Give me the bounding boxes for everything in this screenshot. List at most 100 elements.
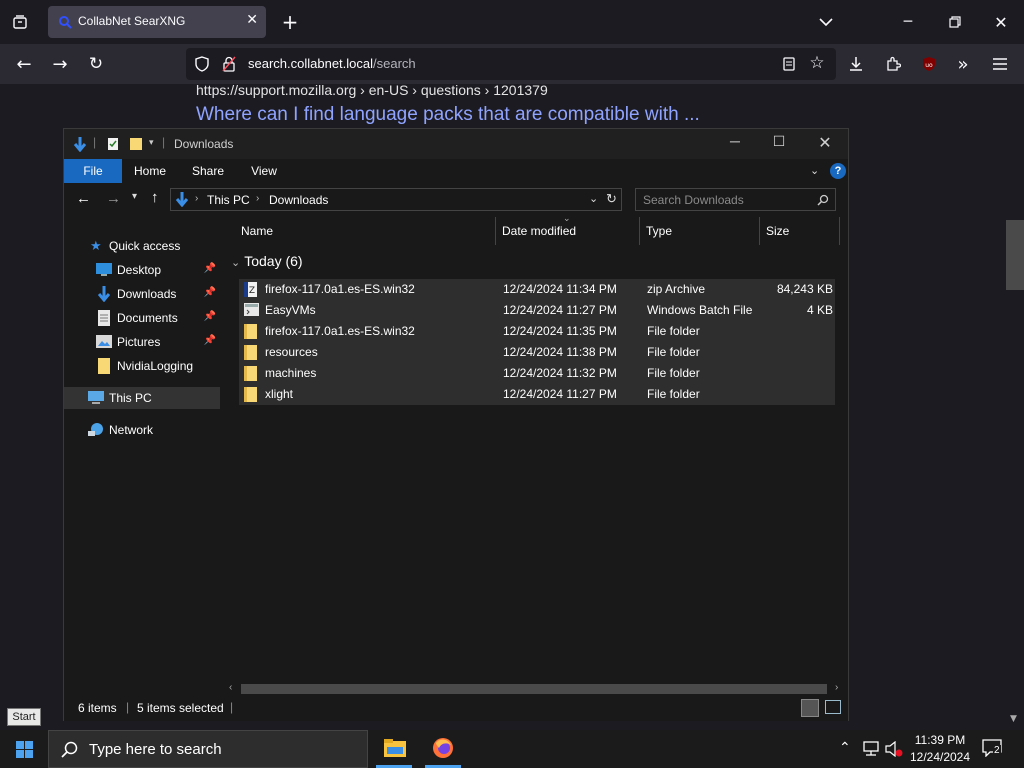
pin-icon[interactable]: 📌 — [204, 263, 216, 274]
breadcrumb-this-pc[interactable]: This PC — [207, 193, 250, 207]
explorer-close-icon[interactable]: ✕ — [802, 133, 848, 153]
file-type: Windows Batch File — [647, 303, 753, 317]
explorer-forward-arrow-icon[interactable]: → — [106, 190, 121, 207]
system-clock[interactable]: 11:39 PM 12/24/2024 — [905, 732, 975, 766]
details-view-icon[interactable] — [801, 699, 819, 717]
close-window-icon[interactable]: ✕ — [991, 12, 1011, 32]
recent-locations-chevron-icon[interactable]: ▾ — [132, 191, 137, 202]
ribbon-tab-share[interactable]: Share — [184, 159, 232, 183]
explorer-maximize-icon[interactable]: ☐ — [756, 133, 802, 150]
breadcrumb-separator-icon[interactable]: › — [256, 193, 259, 204]
ublock-origin-icon[interactable]: uo — [920, 54, 938, 74]
file-name: firefox-117.0a1.es-ES.win32 — [265, 282, 415, 296]
nav-downloads[interactable]: Downloads 📌 — [64, 283, 220, 305]
explorer-minimize-icon[interactable]: ─ — [712, 133, 758, 149]
ribbon-tab-view[interactable]: View — [240, 159, 288, 183]
downloads-icon[interactable] — [846, 54, 866, 74]
taskbar-firefox[interactable] — [423, 730, 463, 768]
minimize-icon[interactable]: ─ — [898, 12, 918, 32]
explorer-title-bar[interactable]: | ▾ | Downloads ─ ☐ ✕ — [64, 129, 848, 159]
ribbon-tab-home[interactable]: Home — [126, 159, 174, 183]
column-header-type[interactable]: Type — [640, 217, 760, 245]
breadcrumb-separator-icon[interactable]: › — [195, 193, 198, 204]
insecure-lock-icon[interactable] — [222, 56, 236, 72]
qat-dropdown-icon[interactable]: ▾ — [149, 137, 154, 148]
reload-icon[interactable]: ↻ — [86, 54, 106, 74]
file-row[interactable]: resources 12/24/2024 11:38 PM File folder — [239, 342, 835, 363]
navigation-pane: ★ Quick access Desktop 📌 Downloads 📌 Doc… — [64, 217, 220, 695]
hamburger-menu-icon[interactable] — [990, 54, 1010, 74]
column-header-size[interactable]: Size — [760, 217, 840, 245]
explorer-back-arrow-icon[interactable]: ← — [76, 190, 91, 207]
tab-overview-icon[interactable] — [10, 12, 30, 32]
column-header-name[interactable]: Name — [235, 217, 496, 245]
clock-date: 12/24/2024 — [909, 750, 971, 764]
file-size: 84,243 KB — [776, 282, 833, 296]
nav-quick-access[interactable]: ★ Quick access — [64, 235, 220, 257]
action-center-button[interactable]: 2 — [982, 739, 1006, 759]
list-all-tabs-icon[interactable] — [816, 12, 836, 32]
reader-view-icon[interactable] — [780, 54, 798, 74]
pin-icon[interactable]: 📌 — [204, 335, 216, 346]
file-row[interactable]: firefox-117.0a1.es-ES.win32 12/24/2024 11… — [239, 321, 835, 342]
network-icon — [88, 423, 103, 436]
file-row[interactable]: EasyVMs 12/24/2024 11:27 PM Windows Batch … — [239, 300, 835, 321]
extensions-puzzle-icon[interactable] — [883, 54, 903, 74]
shield-icon[interactable] — [194, 56, 210, 72]
collapse-chevron-icon[interactable]: ⌄ — [231, 257, 240, 269]
horizontal-scrollbar[interactable]: ‹ › — [221, 682, 848, 695]
help-icon[interactable]: ? — [830, 163, 846, 179]
windows-start-icon[interactable] — [16, 741, 33, 758]
taskbar-file-explorer[interactable] — [374, 730, 414, 768]
refresh-icon[interactable]: ↻ — [606, 191, 617, 207]
forward-arrow-icon[interactable]: → — [50, 54, 70, 75]
scroll-down-arrow-icon[interactable]: ▼ — [1010, 714, 1017, 724]
pictures-icon — [96, 335, 112, 348]
tab-searxng[interactable]: CollabNet SearXNG ✕ — [48, 6, 266, 38]
ribbon-tab-file[interactable]: File — [64, 159, 122, 183]
scroll-left-icon[interactable]: ‹ — [229, 682, 232, 693]
nav-pictures[interactable]: Pictures 📌 — [64, 331, 220, 353]
show-hidden-icons-chevron-icon[interactable]: ⌃ — [839, 739, 851, 756]
nav-network[interactable]: Network — [64, 419, 220, 441]
breadcrumb-downloads[interactable]: Downloads — [269, 193, 328, 207]
file-row[interactable]: machines 12/24/2024 11:32 PM File folder — [239, 363, 835, 384]
nav-documents[interactable]: Documents 📌 — [64, 307, 220, 329]
scroll-right-icon[interactable]: › — [835, 682, 838, 693]
restore-icon[interactable] — [945, 12, 965, 32]
tab-close-icon[interactable]: ✕ — [246, 12, 258, 28]
nav-desktop[interactable]: Desktop 📌 — [64, 259, 220, 281]
file-row[interactable]: Zfirefox-117.0a1.es-ES.win32 12/24/2024 1… — [239, 279, 835, 300]
pin-icon[interactable]: 📌 — [204, 287, 216, 298]
volume-muted-icon[interactable] — [885, 741, 903, 757]
overflow-menu-icon[interactable]: » — [953, 54, 973, 75]
result-url[interactable]: https://support.mozilla.org › en-US › qu… — [196, 82, 548, 98]
page-scrollbar-thumb[interactable] — [1006, 220, 1024, 290]
ribbon-expand-icon[interactable]: ⌄ — [810, 164, 819, 177]
bookmark-star-icon[interactable]: ☆ — [808, 53, 826, 73]
new-tab-icon[interactable]: + — [280, 10, 300, 34]
address-bar[interactable]: › This PC › Downloads ⌄ ↻ — [170, 188, 622, 211]
firefox-icon — [433, 738, 453, 758]
new-folder-icon[interactable] — [129, 137, 143, 151]
file-type: File folder — [647, 387, 700, 401]
taskbar-search-box[interactable]: Type here to search — [48, 730, 368, 768]
group-header-today[interactable]: ⌄ Today (6) — [231, 253, 303, 269]
back-arrow-icon[interactable]: ← — [14, 54, 34, 75]
result-title-link[interactable]: Where can I find language packs that are… — [196, 104, 700, 126]
url-bar[interactable]: search.collabnet.local/search ☆ — [186, 48, 836, 80]
search-downloads-input[interactable]: Search Downloads — [635, 188, 836, 211]
pin-icon[interactable]: 📌 — [204, 311, 216, 322]
svg-text:uo: uo — [925, 62, 933, 69]
file-row[interactable]: xlight 12/24/2024 11:27 PM File folder — [239, 384, 835, 405]
up-arrow-icon[interactable]: ↑ — [151, 189, 159, 206]
properties-icon[interactable] — [107, 137, 119, 151]
nav-this-pc[interactable]: This PC — [64, 387, 220, 409]
file-date: 12/24/2024 11:27 PM — [503, 387, 617, 401]
file-size: 4 KB — [806, 303, 833, 317]
horizontal-scroll-thumb[interactable] — [241, 684, 827, 694]
address-dropdown-icon[interactable]: ⌄ — [589, 192, 598, 205]
network-status-icon[interactable] — [862, 741, 880, 757]
large-icons-view-icon[interactable] — [825, 700, 841, 714]
nav-nvidialogging[interactable]: NvidiaLogging — [64, 355, 220, 377]
